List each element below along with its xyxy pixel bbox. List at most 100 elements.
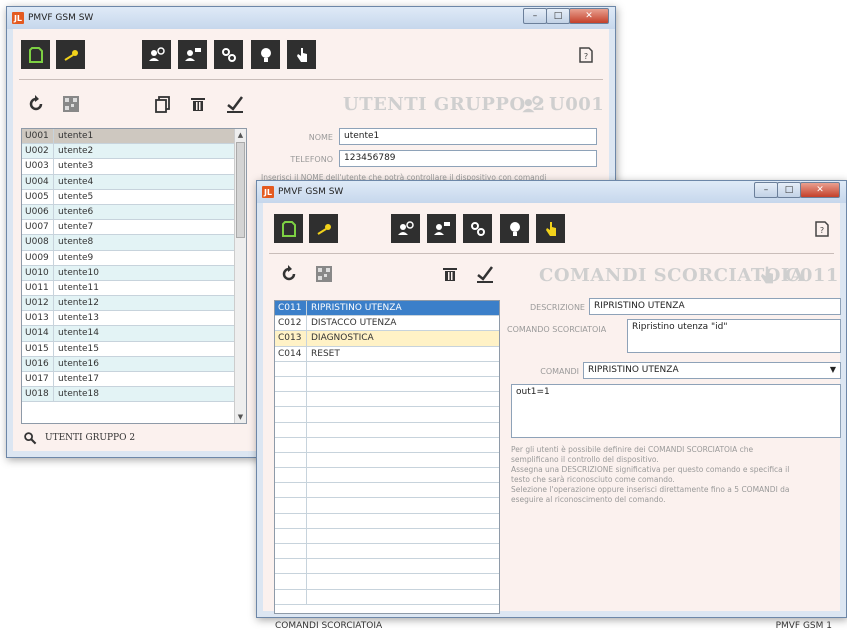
- list-row[interactable]: [275, 513, 499, 529]
- list-row[interactable]: [275, 392, 499, 408]
- scenarios-button[interactable]: [500, 214, 529, 243]
- save-button[interactable]: [220, 89, 249, 118]
- minimize-button[interactable]: –: [523, 8, 547, 24]
- comando-scorciatoia-field[interactable]: Ripristino utenza "id": [627, 319, 841, 353]
- comandi-select[interactable]: RIPRISTINO UTENZA ▼: [583, 362, 841, 379]
- descrizione-field[interactable]: RIPRISTINO UTENZA: [589, 298, 841, 315]
- gears-icon: [221, 47, 236, 62]
- list-row[interactable]: [275, 498, 499, 514]
- list-row[interactable]: U017 utente17: [22, 372, 246, 388]
- list-row[interactable]: U008 utente8: [22, 235, 246, 251]
- row-name: utente2: [58, 146, 94, 157]
- list-row[interactable]: [275, 544, 499, 560]
- help-button[interactable]: ?: [807, 214, 836, 243]
- settings-button[interactable]: [214, 40, 243, 69]
- shortcut-commands-button[interactable]: [536, 214, 565, 243]
- scroll-thumb[interactable]: [236, 142, 245, 238]
- user-message-button[interactable]: [178, 40, 207, 69]
- user-message-button[interactable]: [427, 214, 456, 243]
- list-row[interactable]: [275, 574, 499, 590]
- help-button[interactable]: ?: [571, 40, 600, 69]
- scroll-down-icon[interactable]: ▼: [235, 411, 246, 423]
- close-button[interactable]: ✕: [569, 8, 609, 24]
- qr-code-button[interactable]: [309, 259, 338, 288]
- title-bar[interactable]: JL PMVF GSM SW – □ ✕: [257, 181, 846, 203]
- users-button[interactable]: [142, 40, 171, 69]
- list-row[interactable]: [275, 559, 499, 575]
- list-row[interactable]: C012 DISTACCO UTENZA: [275, 316, 499, 332]
- row-name: [307, 468, 499, 482]
- telefono-field[interactable]: 123456789: [339, 150, 597, 167]
- list-row[interactable]: [275, 376, 499, 393]
- row-code: U003: [22, 159, 54, 174]
- list-row[interactable]: [275, 437, 499, 453]
- row-code: U004: [22, 174, 54, 189]
- refresh-button[interactable]: [21, 89, 50, 118]
- help-document-icon: ?: [814, 220, 829, 237]
- footer-group-label: UTENTI GRUPPO 2: [45, 433, 136, 443]
- qr-code-button[interactable]: [56, 89, 85, 118]
- key-button[interactable]: [56, 40, 85, 69]
- new-button[interactable]: [274, 214, 303, 243]
- row-code: [275, 437, 307, 452]
- qr-code-icon: [315, 265, 332, 282]
- list-row[interactable]: [275, 407, 499, 423]
- list-row[interactable]: U013 utente13: [22, 311, 246, 327]
- nome-field[interactable]: utente1: [339, 128, 597, 145]
- list-row[interactable]: [275, 452, 499, 469]
- list-row[interactable]: U001 utente1: [22, 129, 246, 145]
- list-row[interactable]: U010 utente10: [22, 265, 246, 281]
- row-name: [307, 453, 499, 467]
- row-name: utente15: [58, 343, 99, 354]
- list-row[interactable]: C011 RIPRISTINO UTENZA: [275, 301, 499, 317]
- shortcut-commands-button[interactable]: [287, 40, 316, 69]
- command-list[interactable]: C011 RIPRISTINO UTENZA C012 DISTACCO UTENZA…: [274, 300, 500, 614]
- scenarios-button[interactable]: [251, 40, 280, 69]
- list-row[interactable]: U014 utente14: [22, 326, 246, 342]
- list-row[interactable]: U018 utente18: [22, 387, 246, 403]
- row-code: U011: [22, 280, 54, 296]
- users-button[interactable]: [391, 214, 420, 243]
- record-code: U001: [549, 94, 605, 115]
- scroll-up-icon[interactable]: ▲: [235, 129, 246, 141]
- delete-button[interactable]: [435, 259, 464, 288]
- list-row[interactable]: U012 utente12: [22, 296, 246, 312]
- minimize-button[interactable]: –: [754, 182, 778, 198]
- maximize-button[interactable]: □: [546, 8, 570, 24]
- title-bar[interactable]: JL PMVF GSM SW – □ ✕: [7, 7, 615, 29]
- list-row[interactable]: U016 utente16: [22, 356, 246, 372]
- list-row[interactable]: U005 utente5: [22, 189, 246, 205]
- list-row[interactable]: C013 DIAGNOSTICA: [275, 331, 499, 347]
- divider: [269, 253, 834, 254]
- list-row[interactable]: U011 utente11: [22, 280, 246, 297]
- list-row[interactable]: U002 utente2: [22, 144, 246, 160]
- list-row[interactable]: U003 utente3: [22, 159, 246, 175]
- list-row[interactable]: U009 utente9: [22, 250, 246, 266]
- list-row[interactable]: [275, 483, 499, 499]
- commands-textarea[interactable]: out1=1: [511, 384, 841, 438]
- close-button[interactable]: ✕: [800, 182, 840, 198]
- row-name: DIAGNOSTICA: [311, 333, 374, 344]
- key-button[interactable]: [309, 214, 338, 243]
- list-row[interactable]: [275, 528, 499, 544]
- copy-button[interactable]: [148, 89, 177, 118]
- maximize-button[interactable]: □: [777, 182, 801, 198]
- row-name: utente10: [58, 267, 99, 278]
- list-row[interactable]: [275, 422, 499, 438]
- list-row[interactable]: [275, 361, 499, 377]
- delete-button[interactable]: [183, 89, 212, 118]
- list-row[interactable]: U007 utente7: [22, 220, 246, 236]
- new-button[interactable]: [21, 40, 50, 69]
- refresh-button[interactable]: [274, 259, 303, 288]
- list-row[interactable]: [275, 589, 499, 605]
- list-row[interactable]: U004 utente4: [22, 174, 246, 190]
- scrollbar[interactable]: ▲ ▼: [234, 129, 246, 423]
- list-row[interactable]: [275, 468, 499, 484]
- row-name: utente11: [58, 282, 99, 293]
- settings-button[interactable]: [463, 214, 492, 243]
- user-list[interactable]: U001 utente1 U002 utente2 U003 utente3 U004 ute…: [21, 128, 247, 424]
- list-row[interactable]: U006 utente6: [22, 204, 246, 221]
- list-row[interactable]: U015 utente15: [22, 341, 246, 357]
- save-button[interactable]: [470, 259, 499, 288]
- list-row[interactable]: C014 RESET: [275, 346, 499, 362]
